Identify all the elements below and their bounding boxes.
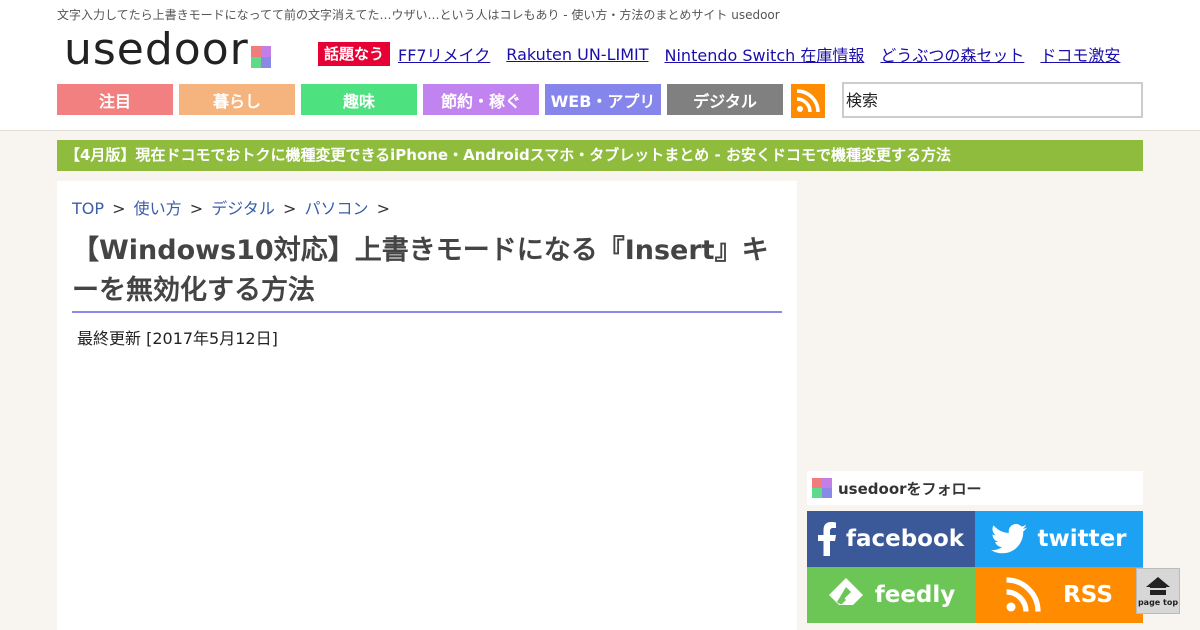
- rss-icon: [1006, 577, 1041, 612]
- feedly-icon: [828, 578, 863, 605]
- breadcrumb-separator: >: [376, 199, 391, 218]
- breadcrumb-pc[interactable]: パソコン: [305, 199, 369, 218]
- rss-icon[interactable]: [791, 84, 825, 118]
- home-icon: [1146, 576, 1170, 595]
- facebook-icon: [817, 522, 836, 556]
- page-top-label: page top: [1137, 597, 1179, 607]
- last-updated: 最終更新 [2017年5月12日]: [77, 329, 278, 348]
- logo-text: usedoor: [64, 24, 249, 75]
- feedly-button[interactable]: feedly: [807, 567, 975, 623]
- trending-bar: 話題なう FF7リメイク Rakuten UN-LIMIT Nintendo S…: [318, 42, 1120, 66]
- search-input[interactable]: [842, 82, 1143, 118]
- nav-item-saving[interactable]: 節約・稼ぐ: [423, 84, 539, 115]
- facebook-label: facebook: [845, 526, 965, 552]
- trending-link-rakuten[interactable]: Rakuten UN-LIMIT: [506, 45, 648, 64]
- article-main: TOP > 使い方 > デジタル > パソコン > 【Windows10対応】上…: [57, 181, 797, 630]
- site-header: 文字入力してたら上書きモードになってて前の文字消えてた…ウザい…という人はコレも…: [0, 0, 1200, 131]
- trending-link-docomo[interactable]: ドコモ激安: [1040, 42, 1120, 66]
- breadcrumb-separator: >: [189, 199, 204, 218]
- logo-mark-icon: [812, 478, 832, 498]
- nav-item-hobby[interactable]: 趣味: [301, 84, 417, 115]
- nav-item-digital[interactable]: デジタル: [667, 84, 783, 115]
- breadcrumb-separator: >: [283, 199, 297, 218]
- twitter-button[interactable]: twitter: [975, 511, 1143, 567]
- breadcrumb: TOP > 使い方 > デジタル > パソコン >: [72, 195, 393, 219]
- site-logo[interactable]: usedoor: [64, 22, 271, 72]
- category-nav: 注目 暮らし 趣味 節約・稼ぐ WEB・アプリ デジタル: [57, 84, 789, 115]
- promo-banner[interactable]: 【4月版】現在ドコモでおトクに機種変更できるiPhone・Androidスマホ・…: [57, 140, 1143, 171]
- page-top-button[interactable]: page top: [1136, 568, 1180, 614]
- trending-link-animal-crossing[interactable]: どうぶつの森セット: [880, 42, 1024, 66]
- trending-badge: 話題なう: [318, 42, 391, 66]
- twitter-icon: [991, 524, 1028, 554]
- nav-item-web-app[interactable]: WEB・アプリ: [545, 84, 661, 115]
- facebook-button[interactable]: facebook: [807, 511, 975, 567]
- nav-item-featured[interactable]: 注目: [57, 84, 173, 115]
- breadcrumb-top[interactable]: TOP: [72, 199, 104, 218]
- rss-label: RSS: [1063, 582, 1113, 608]
- logo-mark-icon: [250, 46, 271, 68]
- breadcrumb-separator: >: [112, 199, 126, 218]
- breadcrumb-usage[interactable]: 使い方: [134, 199, 182, 218]
- feedly-label: feedly: [874, 582, 956, 608]
- twitter-label: twitter: [1037, 526, 1127, 552]
- trending-link-ff7[interactable]: FF7リメイク: [398, 42, 490, 66]
- nav-item-living[interactable]: 暮らし: [179, 84, 295, 115]
- trending-link-switch[interactable]: Nintendo Switch 在庫情報: [665, 42, 865, 66]
- follow-header: usedoorをフォロー: [807, 471, 1143, 505]
- article-title: 【Windows10対応】上書きモードになる『Insert』キーを無効化する方法: [72, 231, 782, 313]
- site-tagline: 文字入力してたら上書きモードになってて前の文字消えてた…ウザい…という人はコレも…: [57, 8, 780, 22]
- follow-label: usedoorをフォロー: [838, 479, 982, 498]
- breadcrumb-digital[interactable]: デジタル: [211, 199, 275, 218]
- rss-button[interactable]: RSS: [975, 567, 1143, 623]
